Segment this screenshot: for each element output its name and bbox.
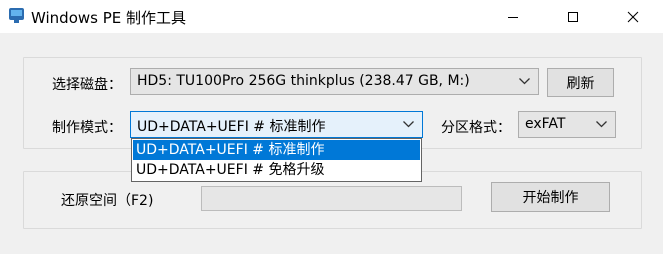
dropdown-option[interactable]: UD+DATA+UEFI # 标准制作 xyxy=(133,140,420,160)
refresh-button[interactable]: 刷新 xyxy=(547,68,614,97)
partition-select[interactable]: exFAT xyxy=(518,111,616,138)
window-title: Windows PE 制作工具 xyxy=(31,9,187,27)
mode-select-value: UD+DATA+UEFI # 标准制作 xyxy=(137,119,326,135)
mode-dropdown-list: UD+DATA+UEFI # 标准制作 UD+DATA+UEFI # 免格升级 xyxy=(131,138,422,182)
minimize-icon xyxy=(508,16,518,18)
partition-select-value: exFAT xyxy=(525,116,566,132)
chevron-down-icon xyxy=(403,121,414,128)
chevron-down-icon xyxy=(596,121,607,128)
chevron-down-icon xyxy=(519,78,530,85)
maximize-icon xyxy=(568,11,578,22)
close-button[interactable] xyxy=(603,0,663,33)
dropdown-option[interactable]: UD+DATA+UEFI # 免格升级 xyxy=(133,160,420,180)
disk-select[interactable]: HD5: TU100Pro 256G thinkplus (238.47 GB,… xyxy=(130,68,539,95)
disk-select-value: HD5: TU100Pro 256G thinkplus (238.47 GB,… xyxy=(137,73,470,89)
title-bar: Windows PE 制作工具 xyxy=(0,0,663,33)
start-button[interactable]: 开始制作 xyxy=(491,182,610,212)
close-icon xyxy=(627,11,639,22)
minimize-button[interactable] xyxy=(483,0,543,33)
usb-drive-icon xyxy=(9,8,24,23)
disk-label: 选择磁盘： xyxy=(52,77,122,93)
restore-label: 还原空间（F2) xyxy=(61,193,154,209)
partition-label: 分区格式： xyxy=(441,120,511,136)
mode-select[interactable]: UD+DATA+UEFI # 标准制作 xyxy=(130,111,423,138)
restore-progress-bar xyxy=(201,186,462,211)
mode-label: 制作模式： xyxy=(52,120,122,136)
maximize-button[interactable] xyxy=(543,0,603,33)
